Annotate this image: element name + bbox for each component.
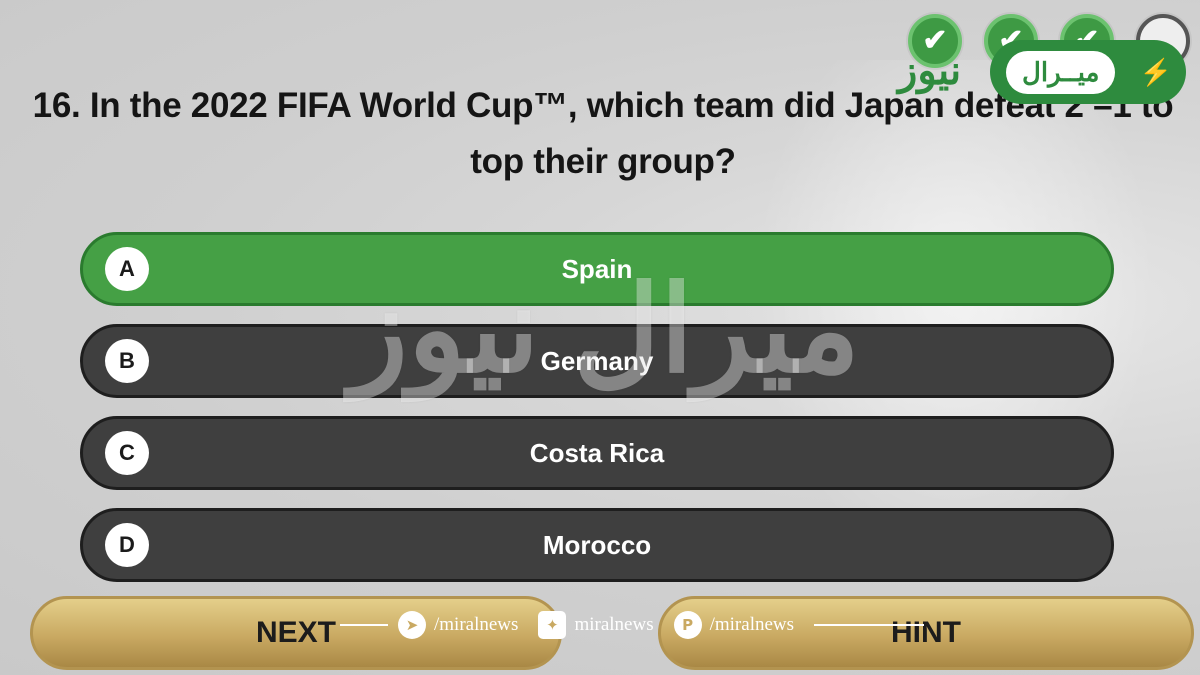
divider-line (340, 624, 388, 626)
answer-option-d[interactable]: D Morocco (80, 508, 1114, 582)
answer-label: Germany (540, 345, 654, 376)
answer-option-a[interactable]: A Spain (80, 232, 1114, 306)
social-strip: ➤ /miralnews ✦ miralnews P /miralnews (340, 608, 925, 642)
social-item-pinterest: P /miralnews (673, 611, 795, 639)
answer-option-c[interactable]: C Costa Rica (80, 416, 1114, 490)
answer-letter-badge: A (105, 247, 149, 291)
answer-label: Morocco (542, 529, 652, 560)
answer-option-b[interactable]: B Germany (80, 324, 1114, 398)
answer-letter-badge: C (105, 431, 149, 475)
divider-line (814, 624, 925, 626)
pinterest-icon: P (673, 611, 702, 639)
answer-label: Spain (561, 253, 633, 284)
social-handle: /miralnews (709, 614, 795, 635)
lightning-icon: ⚡ (1139, 56, 1172, 87)
answer-letter-badge: B (105, 339, 149, 383)
logo-pill-text: ميــرال (1006, 50, 1116, 94)
answer-label: Costa Rica (529, 437, 665, 468)
social-handle: miralnews (574, 614, 654, 635)
answer-letter-badge: D (105, 523, 149, 567)
social-handle: /miralnews (434, 614, 519, 635)
logo-word: نيوز (898, 49, 962, 93)
social-item-telegram: ➤ /miralnews (398, 611, 518, 639)
social-item-twitter: ✦ miralnews (538, 611, 654, 639)
brand-logo: ميــرال ⚡ (990, 40, 1186, 104)
twitter-icon: ✦ (538, 611, 567, 639)
telegram-icon: ➤ (398, 611, 426, 639)
